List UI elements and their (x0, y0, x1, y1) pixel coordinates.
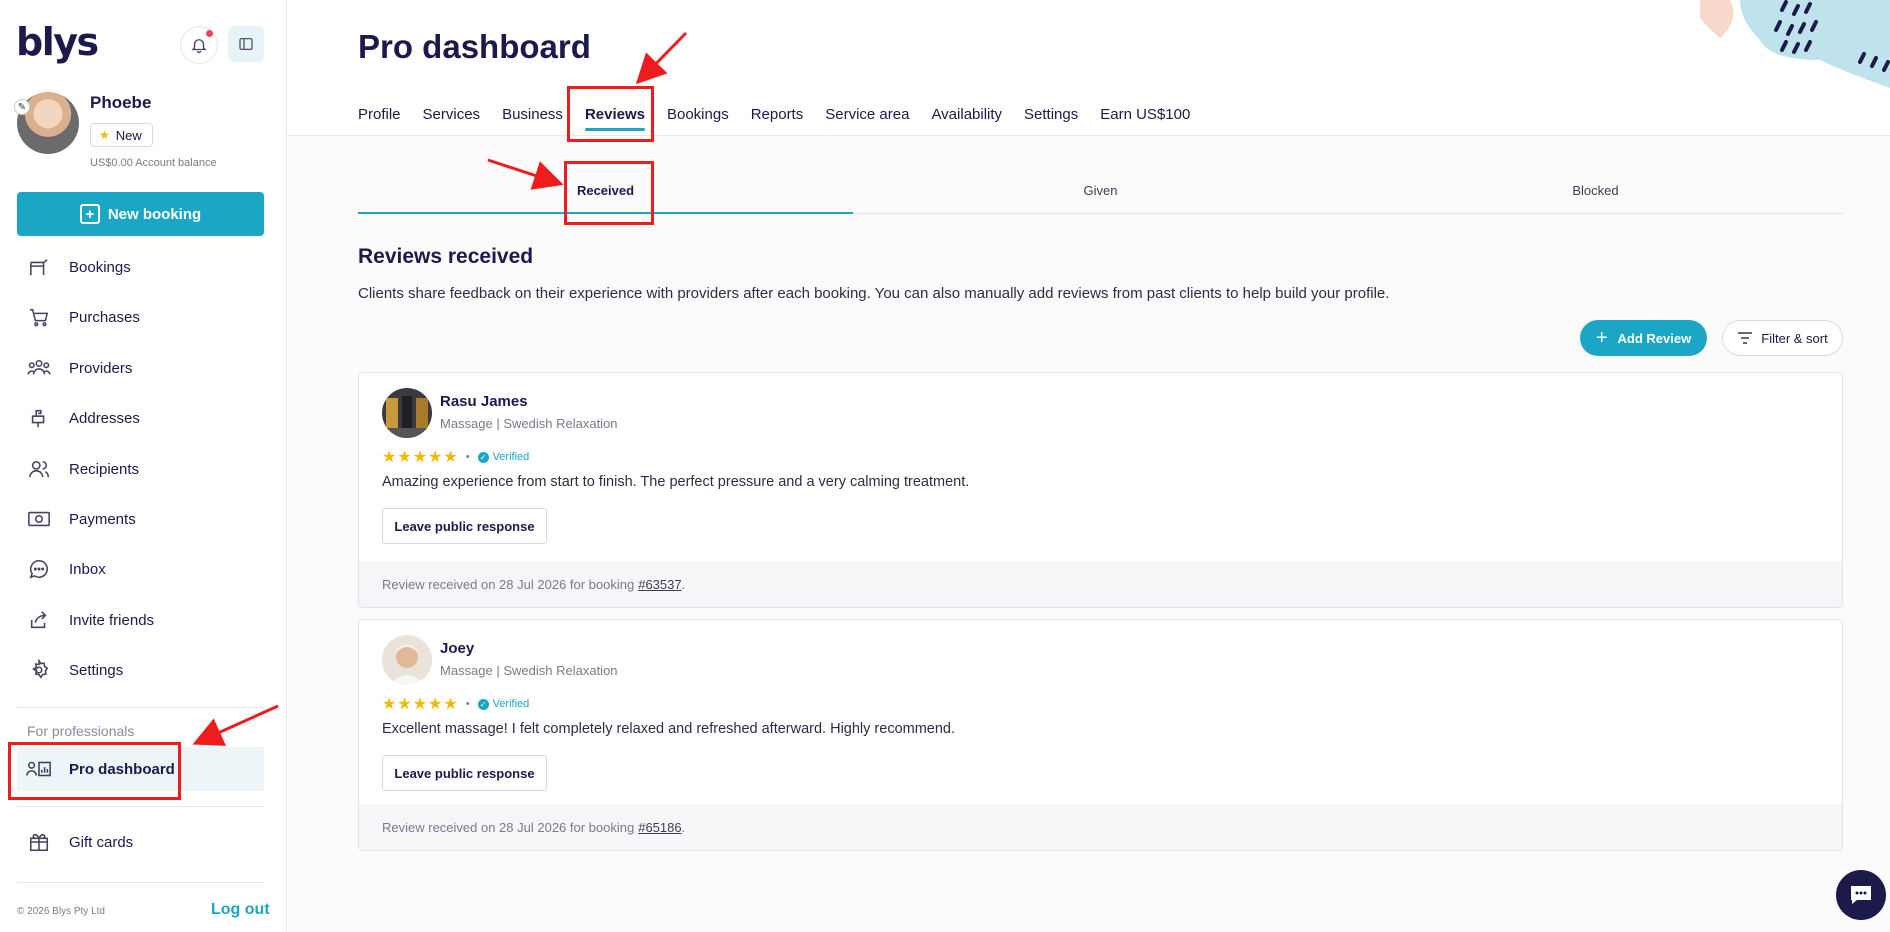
annotation-arrows (192, 31, 688, 746)
